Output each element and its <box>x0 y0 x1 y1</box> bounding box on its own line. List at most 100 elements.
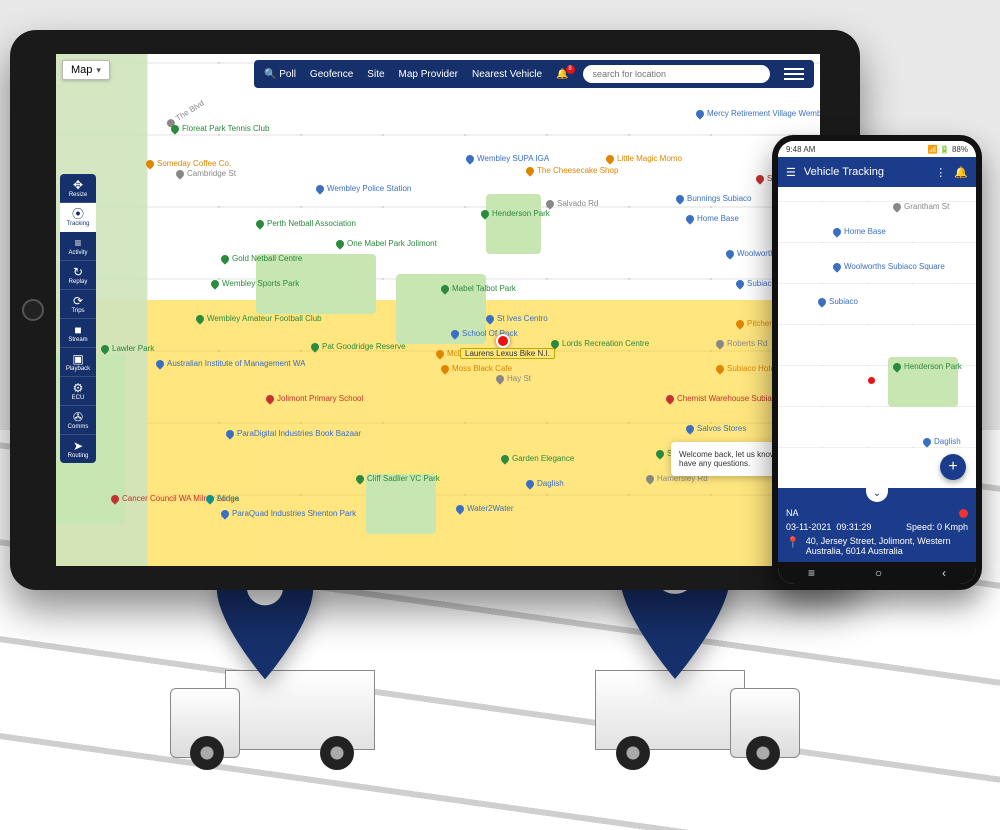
park-shape <box>366 474 436 534</box>
tablet-home-button[interactable] <box>22 299 44 321</box>
poi[interactable]: Garden Elegance <box>501 454 574 463</box>
vehicle-marker[interactable] <box>868 377 875 384</box>
hamburger-icon[interactable]: ☰ <box>786 166 796 179</box>
park-shape <box>486 194 541 254</box>
vehicle-name: NA <box>786 508 799 518</box>
poi[interactable]: Floreat Park Tennis Club <box>171 124 269 133</box>
tablet-device: Cambridge St Salvado Rd Hay St The Blvd … <box>10 30 860 590</box>
poi[interactable]: Wembley Police Station <box>316 184 411 193</box>
poi[interactable]: Wembley SUPA IGA <box>466 154 549 163</box>
poi[interactable]: One Mabel Park Jolimont <box>336 239 437 248</box>
vehicle-marker[interactable] <box>496 334 510 348</box>
sidebar-item-trips[interactable]: ⟳Trips <box>60 290 96 319</box>
chevron-down-icon[interactable]: ⌄ <box>866 488 888 502</box>
location-search-input[interactable] <box>583 65 771 83</box>
more-icon[interactable]: ⋮ <box>935 166 946 179</box>
poi[interactable]: Moss Black Cafe <box>441 364 512 373</box>
vehicle-date: 03-11-2021 <box>786 522 831 532</box>
poi[interactable]: Gold Netball Centre <box>221 254 302 263</box>
status-time: 9:48 AM <box>786 145 815 154</box>
vehicle-marker-label[interactable]: Laurens Lexus Bike N.I. <box>460 348 555 359</box>
map-provider-button[interactable]: Map Provider <box>399 69 458 80</box>
poi[interactable]: Daglish <box>923 437 961 446</box>
phone-nav-bar: ≡ ○ ‹ <box>778 562 976 584</box>
nearest-vehicle-button[interactable]: Nearest Vehicle <box>472 69 542 80</box>
sidebar-item-resize[interactable]: ✥Resize <box>60 174 96 203</box>
poi[interactable]: Lawler Park <box>101 344 154 353</box>
sidebar-item-tracking[interactable]: ⦿Tracking <box>60 203 96 232</box>
add-button[interactable]: + <box>940 454 966 480</box>
map-type-label: Map <box>71 64 92 76</box>
poi[interactable]: Subiaco <box>818 297 858 306</box>
sidebar-item-stream[interactable]: ■Stream <box>60 319 96 348</box>
poi[interactable]: Subiaco <box>736 279 776 288</box>
poi[interactable]: ParaDigital Industries Book Bazaar <box>226 429 361 438</box>
vehicle-info-card[interactable]: ⌄ NA 03-11-2021 09:31:29 Speed: 0 Kmph 📍… <box>778 488 976 562</box>
top-toolbar: 🔍 Poll Geofence Site Map Provider Neares… <box>254 60 814 88</box>
poi[interactable]: Pat Goodridge Reserve <box>311 342 406 351</box>
poi[interactable]: Mabel Talbot Park <box>441 284 516 293</box>
status-battery: 📶 🔋 88% <box>928 145 968 154</box>
phone-status-bar: 9:48 AM 📶 🔋 88% <box>778 141 976 157</box>
activity-icon: ≡ <box>60 236 96 250</box>
phone-app-header: ☰ Vehicle Tracking ⋮ 🔔 <box>778 157 976 187</box>
replay-icon: ↻ <box>60 265 96 279</box>
side-toolbar: ✥Resize ⦿Tracking ≡Activity ↻Replay ⟳Tri… <box>60 174 96 463</box>
site-button[interactable]: Site <box>367 69 384 80</box>
resize-icon: ✥ <box>60 178 96 192</box>
poi[interactable]: Little Magic Momo <box>606 154 682 163</box>
sidebar-item-replay[interactable]: ↻Replay <box>60 261 96 290</box>
poi[interactable]: Water2Water <box>456 504 514 513</box>
poi[interactable]: St Ives Centro <box>486 314 548 323</box>
poi[interactable]: Mercy Retirement Village Wembley <box>696 109 820 118</box>
nav-recent-button[interactable]: ≡ <box>808 566 815 580</box>
bell-icon[interactable]: 🔔 <box>954 166 968 179</box>
ecu-icon: ⚙ <box>60 381 96 395</box>
phone-map-canvas[interactable]: Home Base Woolworths Subiaco Square Subi… <box>778 187 976 488</box>
poi[interactable]: Salvos Stores <box>686 424 746 433</box>
poi[interactable]: Daglish <box>526 479 564 488</box>
poi[interactable]: Woolworths Subiaco Square <box>833 262 945 271</box>
geofence-button[interactable]: Geofence <box>310 69 353 80</box>
poi[interactable]: Bunnings Subiaco <box>676 194 752 203</box>
poi[interactable]: Lords Recreation Centre <box>551 339 649 348</box>
sidebar-item-activity[interactable]: ≡Activity <box>60 232 96 261</box>
nav-back-button[interactable]: ‹ <box>942 566 946 580</box>
poi[interactable]: Home Base <box>686 214 739 223</box>
location-pin-icon: 📍 <box>786 536 800 549</box>
nav-home-button[interactable]: ○ <box>875 566 882 580</box>
poi[interactable]: Wembley Amateur Football Club <box>196 314 322 323</box>
stream-icon: ■ <box>60 323 96 337</box>
poi[interactable]: Subiaco Hotel <box>716 364 777 373</box>
map-type-dropdown[interactable]: Map <box>62 60 110 80</box>
trips-icon: ⟳ <box>60 294 96 308</box>
notifications-button[interactable]: 🔔 8 <box>556 69 568 80</box>
poi[interactable]: Someday Coffee Co. <box>146 159 231 168</box>
poi[interactable]: Cliff Sadlier VC Park <box>356 474 440 483</box>
poll-button[interactable]: 🔍 Poll <box>264 69 296 80</box>
comms-icon: ✇ <box>60 410 96 424</box>
poi[interactable]: Chemist Warehouse Subiaco <box>666 394 780 403</box>
tracking-icon: ⦿ <box>60 207 96 221</box>
street-label: Cambridge St <box>176 169 236 178</box>
vehicle-speed: Speed: 0 Kmph <box>906 522 968 532</box>
poi[interactable]: Perth Netball Association <box>256 219 356 228</box>
poi[interactable]: Australian Institute of Management WA <box>156 359 305 368</box>
vehicle-address: 40, Jersey Street, Jolimont, Western Aus… <box>806 536 968 556</box>
plus-icon: + <box>948 458 957 476</box>
poi[interactable]: Jolimont Primary School <box>266 394 363 403</box>
poi[interactable]: Henderson Park <box>893 362 962 371</box>
vehicle-time: 09:31:29 <box>836 522 871 532</box>
sidebar-item-ecu[interactable]: ⚙ECU <box>60 377 96 406</box>
poi[interactable]: Henderson Park <box>481 209 550 218</box>
poi[interactable]: The Cheesecake Shop <box>526 166 618 175</box>
poi[interactable]: Alinea <box>206 494 239 503</box>
poi[interactable]: Home Base <box>833 227 886 236</box>
sidebar-item-comms[interactable]: ✇Comms <box>60 406 96 435</box>
phone-header-title: Vehicle Tracking <box>804 166 927 178</box>
sidebar-item-playback[interactable]: ▣Playback <box>60 348 96 377</box>
poi[interactable]: ParaQuad Industries Shenton Park <box>221 509 356 518</box>
menu-button[interactable] <box>784 68 804 80</box>
sidebar-item-routing[interactable]: ➤Routing <box>60 435 96 463</box>
poi[interactable]: Wembley Sports Park <box>211 279 299 288</box>
